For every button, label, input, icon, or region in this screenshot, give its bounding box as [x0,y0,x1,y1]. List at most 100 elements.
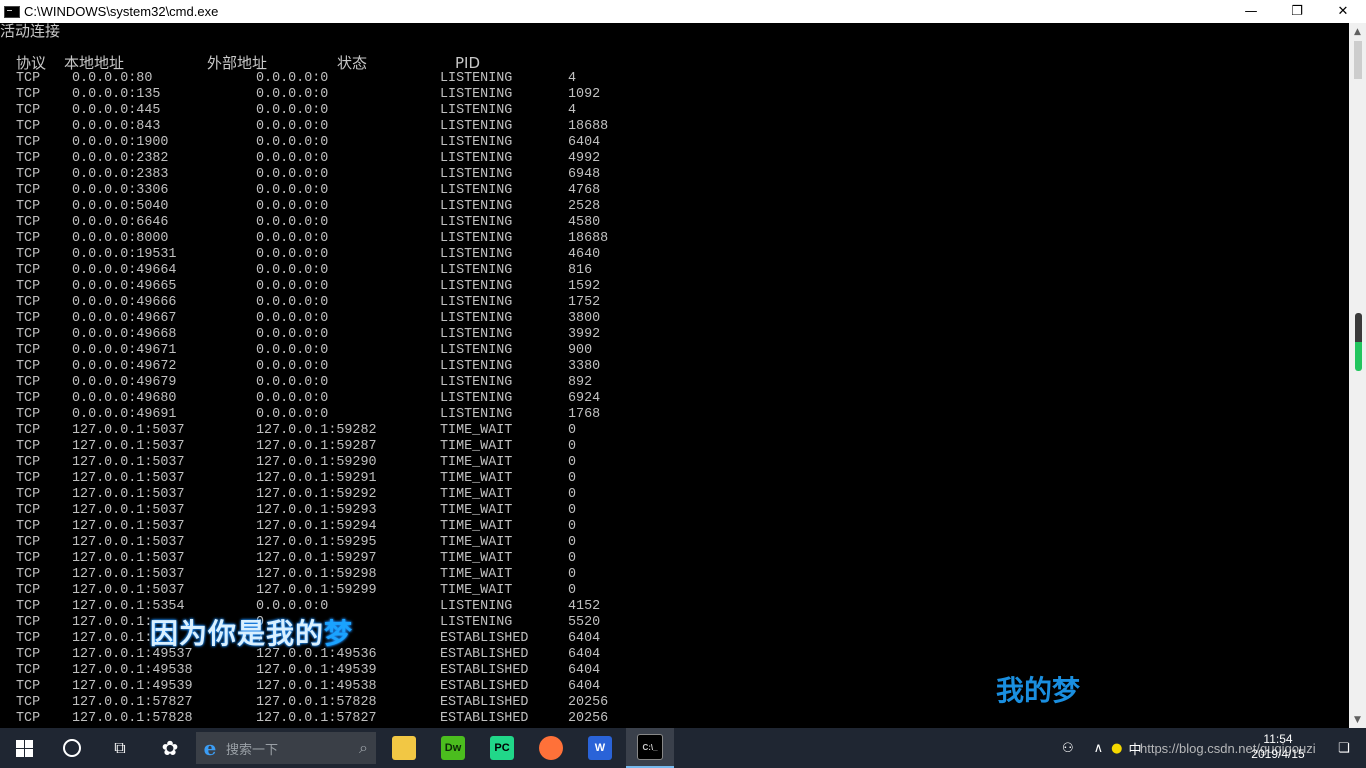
start-button[interactable] [0,728,48,768]
row-state: LISTENING [440,87,513,102]
row-proto: TCP [16,567,41,582]
row-foreign-address: 0.0.0.0:0 [256,327,329,342]
row-foreign-address: 0.0.0.0:0 [256,359,329,374]
row-pid: 4580 [568,215,601,230]
taskbar-wps-button[interactable]: W [576,728,624,768]
file-explorer-icon [392,736,416,760]
row-proto: TCP [16,327,41,342]
header-pid: PID [455,54,481,72]
row-local-address: 0.0.0.0:80 [72,71,153,86]
row-proto: TCP [16,615,41,630]
scroll-thumb[interactable] [1354,41,1362,79]
row-proto: TCP [16,711,41,726]
row-foreign-address: 127.0.0.1:49539 [256,663,377,678]
row-local-address: 127.0.0.1:57828 [72,711,193,726]
row-foreign-address: 0.0.0.0:0 [256,103,329,118]
vertical-scrollbar[interactable]: ▲ ▼ [1349,23,1366,728]
row-state: LISTENING [440,407,513,422]
scroll-up-arrow-icon[interactable]: ▲ [1349,23,1366,40]
row-state: LISTENING [440,183,513,198]
row-local-address: 0.0.0.0:2383 [72,167,169,182]
row-proto: TCP [16,87,41,102]
title-bar[interactable]: C:\WINDOWS\system32\cmd.exe — ❐ ✕ [0,0,1366,23]
row-pid: 1592 [568,279,601,294]
app-pinwheel-button[interactable]: ✿ [146,728,194,768]
minimize-button[interactable]: — [1228,0,1274,23]
cortana-button[interactable] [48,728,96,768]
row-pid: 6404 [568,135,601,150]
row-state: LISTENING [440,359,513,374]
row-state: LISTENING [440,599,513,614]
row-state: TIME_WAIT [440,583,513,598]
row-state: LISTENING [440,263,513,278]
row-proto: TCP [16,519,41,534]
row-state: LISTENING [440,135,513,150]
row-foreign-address: 127.0.0.1:49538 [256,679,377,694]
wps-icon: W [588,736,612,760]
row-foreign-address: 127.0.0.1:59293 [256,503,377,518]
row-local-address: 127.0.0.1:57827 [72,695,193,710]
floating-widget[interactable] [1355,313,1362,371]
task-view-icon: ⧉ [114,738,126,757]
row-local-address: 0.0.0.0:49667 [72,311,177,326]
row-local-address: 127.0.0.1:5037 [72,455,185,470]
row-pid: 0 [568,551,577,566]
row-pid: 0 [568,471,577,486]
row-pid: 6948 [568,167,601,182]
row-proto: TCP [16,503,41,518]
taskbar-file-explorer-button[interactable] [380,728,428,768]
row-state: LISTENING [440,295,513,310]
row-pid: 5520 [568,615,601,630]
row-pid: 4768 [568,183,601,198]
people-icon[interactable]: ⚇ [1062,741,1074,756]
row-pid: 0 [568,455,577,470]
row-foreign-address: 0.0.0.0:0 [256,71,329,86]
tray-app-icon[interactable]: ● [1111,741,1122,756]
row-local-address: 0.0.0.0:49666 [72,295,177,310]
row-pid: 4 [568,103,577,118]
row-proto: TCP [16,183,41,198]
row-state: LISTENING [440,247,513,262]
row-pid: 892 [568,375,593,390]
row-state: TIME_WAIT [440,503,513,518]
notification-button[interactable]: ❏ [1338,728,1350,768]
scroll-down-arrow-icon[interactable]: ▼ [1349,711,1366,728]
row-pid: 6404 [568,663,601,678]
notification-icon: ❏ [1338,740,1350,756]
task-view-button[interactable]: ⧉ [96,728,144,768]
row-foreign-address: 0.0.0.0:0 [256,279,329,294]
row-state: LISTENING [440,231,513,246]
row-foreign-address: 0.0.0.0:0 [256,119,329,134]
taskbar-firefox-button[interactable] [527,728,575,768]
taskbar-cmd-button[interactable]: C:\_ [626,728,674,768]
row-proto: TCP [16,135,41,150]
row-pid: 6404 [568,647,601,662]
clock-date: 2019/4/15 [1251,747,1305,761]
maximize-button[interactable]: ❐ [1274,0,1320,23]
close-button[interactable]: ✕ [1320,0,1366,23]
row-pid: 0 [568,583,577,598]
row-proto: TCP [16,599,41,614]
row-state: ESTABLISHED [440,663,529,678]
row-local-address: 0.0.0.0:135 [72,87,161,102]
taskbar-search[interactable]: e 搜索一下 ⌕ [196,732,376,764]
row-local-address: 127.0.0.1:5037 [72,583,185,598]
row-state: LISTENING [440,199,513,214]
taskbar-pycharm-button[interactable]: PC [478,728,526,768]
taskbar-clock[interactable]: 11:54 2019/4/15 [1248,732,1308,762]
row-proto: TCP [16,215,41,230]
row-proto: TCP [16,199,41,214]
window-title: C:\WINDOWS\system32\cmd.exe [24,4,219,19]
cmd-icon [4,5,20,18]
row-pid: 3380 [568,359,601,374]
row-state: LISTENING [440,311,513,326]
row-state: TIME_WAIT [440,439,513,454]
taskbar-dreamweaver-button[interactable]: Dw [429,728,477,768]
row-foreign-address: 0.0.0.0:0 [256,375,329,390]
row-local-address: 127.0.0.1:5037 [72,535,185,550]
chevron-up-icon[interactable]: ∧ [1094,741,1104,756]
row-state: LISTENING [440,167,513,182]
row-local-address: 127.0.0.1:5037 [72,439,185,454]
row-state: ESTABLISHED [440,695,529,710]
row-foreign-address: 127.0.0.1:59287 [256,439,377,454]
